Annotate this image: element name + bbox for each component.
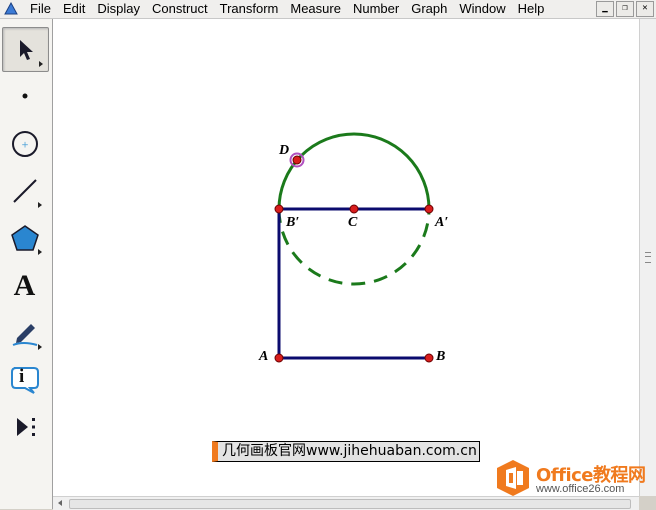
label-b[interactable]: B: [436, 349, 445, 365]
menu-help[interactable]: Help: [512, 0, 551, 18]
point-c: [349, 204, 359, 214]
label-a-prime[interactable]: A′: [435, 215, 448, 231]
svg-text:+: +: [21, 140, 29, 150]
close-button[interactable]: ✕: [636, 1, 654, 17]
site-caption: 几何画板官网www.jihehuaban.com.cn: [212, 441, 480, 462]
polygon-tool[interactable]: [2, 216, 47, 259]
tool-submenu-arrow-icon: [38, 344, 42, 350]
scroll-grip-icon: [645, 252, 651, 263]
menu-number[interactable]: Number: [347, 0, 405, 18]
horizontal-scroll-thumb[interactable]: [69, 499, 631, 509]
label-c[interactable]: C: [348, 215, 357, 231]
marker-tool[interactable]: [2, 311, 47, 354]
menu-construct[interactable]: Construct: [146, 0, 214, 18]
menu-bar: File Edit Display Construct Transform Me…: [0, 0, 656, 19]
point-d: [292, 155, 302, 165]
compass-tool[interactable]: +: [2, 122, 47, 165]
scroll-left-arrow-icon[interactable]: [58, 500, 62, 506]
menu-transform[interactable]: Transform: [214, 0, 285, 18]
custom-tools-icon: [16, 417, 35, 436]
point-a: [274, 353, 284, 363]
label-d[interactable]: D: [279, 143, 289, 159]
info-letter: i: [19, 366, 25, 387]
text-a-icon: A: [13, 268, 36, 302]
marker-pen-icon: [12, 323, 37, 346]
info-bubble-icon: [10, 366, 39, 394]
label-a[interactable]: A: [259, 349, 268, 365]
point-icon: [22, 93, 27, 98]
tool-submenu-arrow-icon: [38, 249, 42, 255]
polygon-icon: [10, 224, 39, 251]
information-tool[interactable]: i: [2, 358, 47, 401]
line-segment-icon: [12, 178, 37, 203]
menu-window[interactable]: Window: [453, 0, 511, 18]
menu-graph[interactable]: Graph: [405, 0, 453, 18]
menu-edit[interactable]: Edit: [57, 0, 91, 18]
office-logo-icon: [497, 460, 529, 496]
custom-tools[interactable]: [2, 405, 47, 448]
tool-submenu-arrow-icon: [38, 202, 42, 208]
point-b: [424, 353, 434, 363]
minimize-button[interactable]: ▁: [596, 1, 614, 17]
menu-file[interactable]: File: [24, 0, 57, 18]
menu-measure[interactable]: Measure: [284, 0, 347, 18]
straightedge-tool[interactable]: [2, 169, 47, 212]
arrow-select-tool[interactable]: [2, 27, 49, 72]
office-logo: Office教程网 www.office26.com: [494, 459, 654, 499]
circle-arc-solid: [277, 132, 431, 210]
restore-button[interactable]: ❐: [616, 1, 634, 17]
menu-display[interactable]: Display: [91, 0, 146, 18]
sketch-canvas[interactable]: D B′ C A′ A B: [53, 19, 639, 496]
arrow-cursor-icon: [19, 39, 33, 60]
point-tool[interactable]: [2, 74, 47, 117]
toolbox: + A i: [0, 19, 53, 509]
logo-site-text: www.office26.com: [536, 483, 625, 495]
app-icon[interactable]: [4, 2, 18, 16]
point-b-prime: [274, 204, 284, 214]
point-a-prime: [424, 204, 434, 214]
tool-submenu-arrow-icon: [39, 61, 43, 67]
vertical-scrollbar[interactable]: [639, 19, 656, 496]
window-controls: ▁ ❐ ✕: [596, 1, 654, 17]
construction-drawing: [274, 132, 434, 363]
label-b-prime[interactable]: B′: [286, 215, 299, 231]
circle-icon: +: [11, 130, 38, 157]
text-tool[interactable]: A: [2, 264, 47, 307]
